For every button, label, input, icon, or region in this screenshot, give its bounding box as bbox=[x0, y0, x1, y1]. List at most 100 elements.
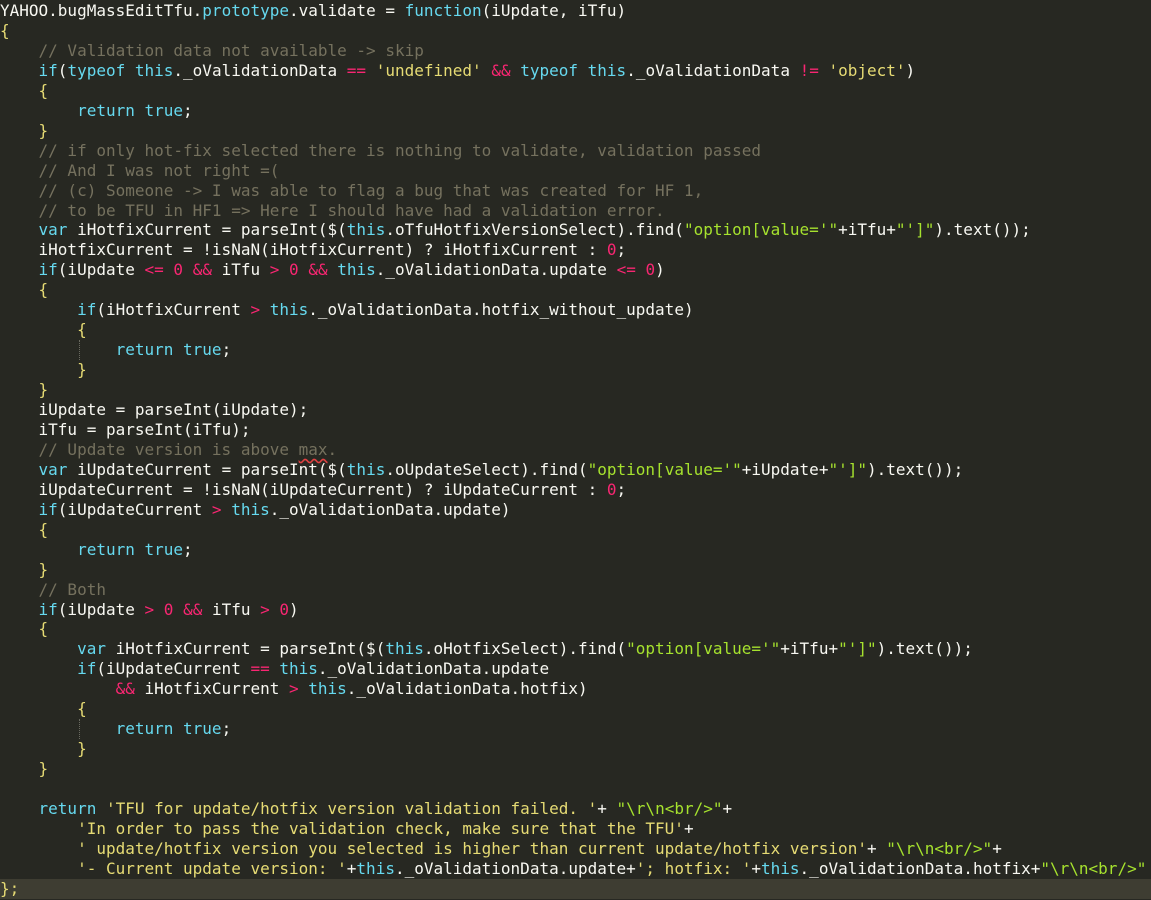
code-token: this bbox=[346, 459, 386, 479]
code-line[interactable]: // Validation data not available -> skip bbox=[0, 41, 424, 61]
code-line[interactable]: // And I was not right =( bbox=[0, 161, 280, 181]
code-line[interactable]: 'In order to pass the validation check, … bbox=[0, 819, 694, 839]
code-token: prototype bbox=[202, 1, 289, 20]
code-line[interactable]: // to be TFU in HF1 => Here I should hav… bbox=[0, 201, 665, 221]
code-line[interactable]: if(iHotfixCurrent > this._oValidationDat… bbox=[0, 300, 694, 320]
code-line[interactable]: { bbox=[0, 699, 87, 719]
code-token: // Update version is above bbox=[0, 439, 299, 459]
code-line[interactable]: if(typeof this._oValidationData == 'unde… bbox=[0, 60, 916, 81]
code-token: (iUpdateCurrent bbox=[57, 499, 212, 519]
code-line[interactable]: if(iUpdate > 0 && iTfu > 0) bbox=[0, 600, 299, 620]
code-line[interactable]: } bbox=[0, 739, 87, 759]
code-token: ).text()); bbox=[876, 639, 973, 659]
code-line[interactable]: return true; bbox=[0, 719, 232, 739]
code-token: ._oValidationData.hotfix) bbox=[346, 679, 588, 699]
code-token: ) bbox=[655, 260, 665, 280]
code-token: 'TFU for update/hotfix version validatio… bbox=[105, 799, 598, 818]
code-line[interactable]: } bbox=[0, 560, 49, 580]
code-line[interactable]: { bbox=[0, 80, 49, 101]
code-line[interactable]: return true; bbox=[0, 340, 232, 360]
code-token: if bbox=[77, 659, 97, 679]
code-token: + bbox=[992, 838, 1002, 858]
code-token: ).text()); bbox=[866, 459, 964, 479]
code-line[interactable]: if(iUpdate <= 0 && iTfu > 0 && this._oVa… bbox=[0, 260, 665, 280]
code-line[interactable]: if(iUpdateCurrent == this._oValidationDa… bbox=[0, 659, 549, 679]
code-line[interactable]: { bbox=[0, 519, 49, 540]
code-token: var bbox=[38, 220, 68, 240]
code-token: ; bbox=[221, 340, 232, 360]
code-token: } bbox=[0, 739, 87, 759]
code-line[interactable]: YAHOO.bugMassEditTfu.prototype.validate … bbox=[0, 1, 626, 21]
code-editor[interactable]: YAHOO.bugMassEditTfu.prototype.validate … bbox=[0, 0, 1151, 900]
code-token: { bbox=[0, 519, 49, 539]
code-line[interactable]: && iHotfixCurrent > this._oValidationDat… bbox=[0, 679, 588, 699]
code-line[interactable]: // if only hot-fix selected there is not… bbox=[0, 141, 761, 161]
code-token: ; bbox=[616, 479, 627, 499]
code-token: true bbox=[144, 539, 184, 559]
code-line[interactable]: iUpdate = parseInt(iUpdate); bbox=[0, 400, 309, 420]
code-token: { bbox=[0, 280, 49, 300]
code-line[interactable]: // (c) Someone -> I was able to flag a b… bbox=[0, 181, 704, 201]
code-line[interactable]: { bbox=[0, 619, 49, 639]
code-token: true bbox=[183, 340, 222, 360]
code-token: return bbox=[77, 100, 135, 120]
code-line[interactable]: '- Current update version: '+this._oVali… bbox=[0, 859, 1146, 879]
code-token: + bbox=[751, 858, 762, 878]
code-line[interactable]: { bbox=[0, 320, 87, 340]
code-token: ._oValidationData.update bbox=[317, 659, 550, 679]
code-token: { bbox=[0, 699, 87, 719]
code-token: if bbox=[38, 60, 58, 80]
code-line[interactable]: return true; bbox=[0, 101, 193, 121]
code-line[interactable]: { bbox=[0, 21, 10, 41]
code-line[interactable]: }; bbox=[0, 878, 1151, 899]
code-line[interactable]: } bbox=[0, 380, 49, 400]
code-token: var bbox=[77, 639, 106, 659]
code-line[interactable]: var iHotfixCurrent = parseInt($(this.oHo… bbox=[0, 639, 973, 659]
code-token: 'object' bbox=[828, 60, 906, 80]
code-token: var bbox=[38, 459, 68, 479]
code-line[interactable]: // Update version is above max. bbox=[0, 439, 338, 460]
code-token: <= bbox=[616, 260, 636, 280]
code-line[interactable]: } bbox=[0, 120, 49, 141]
code-token: true bbox=[183, 719, 222, 739]
code-token: this bbox=[587, 60, 627, 80]
code-line[interactable]: // Both bbox=[0, 580, 106, 600]
code-line[interactable]: iTfu = parseInt(iTfu); bbox=[0, 420, 251, 440]
code-line[interactable]: iHotfixCurrent = !isNaN(iHotfixCurrent) … bbox=[0, 240, 627, 260]
code-token: this bbox=[231, 499, 270, 519]
code-line[interactable]: return true; bbox=[0, 540, 193, 560]
code-token: == bbox=[346, 60, 367, 80]
code-token: return bbox=[38, 799, 97, 818]
code-token: } bbox=[0, 120, 49, 140]
code-token: // if only hot-fix selected there is not… bbox=[0, 140, 761, 160]
code-token: 0 bbox=[606, 240, 617, 260]
code-token: && bbox=[115, 679, 135, 699]
code-line[interactable]: var iHotfixCurrent = parseInt($(this.oTf… bbox=[0, 220, 1031, 240]
code-line[interactable]: return 'TFU for update/hotfix version va… bbox=[0, 799, 733, 819]
code-line[interactable]: { bbox=[0, 280, 49, 300]
code-token: this bbox=[308, 679, 347, 699]
code-line[interactable]: } bbox=[0, 759, 49, 779]
code-line[interactable]: var iUpdateCurrent = parseInt($(this.oUp… bbox=[0, 459, 964, 480]
code-token: }; bbox=[0, 878, 20, 898]
code-line[interactable]: ' update/hotfix version you selected is … bbox=[0, 839, 1002, 859]
code-token: ._oValidationData.update+ bbox=[394, 858, 636, 878]
code-token: { bbox=[0, 80, 49, 100]
code-token: typeof bbox=[520, 60, 579, 80]
code-token: this bbox=[356, 858, 395, 878]
code-token: (iUpdate bbox=[57, 260, 145, 280]
code-line[interactable]: } bbox=[0, 360, 87, 380]
code-line[interactable]: iUpdateCurrent = !isNaN(iUpdateCurrent) … bbox=[0, 479, 627, 500]
code-line[interactable]: if(iUpdateCurrent > this._oValidationDat… bbox=[0, 500, 511, 520]
code-token: iHotfixCurrent = parseInt($( bbox=[105, 639, 386, 659]
